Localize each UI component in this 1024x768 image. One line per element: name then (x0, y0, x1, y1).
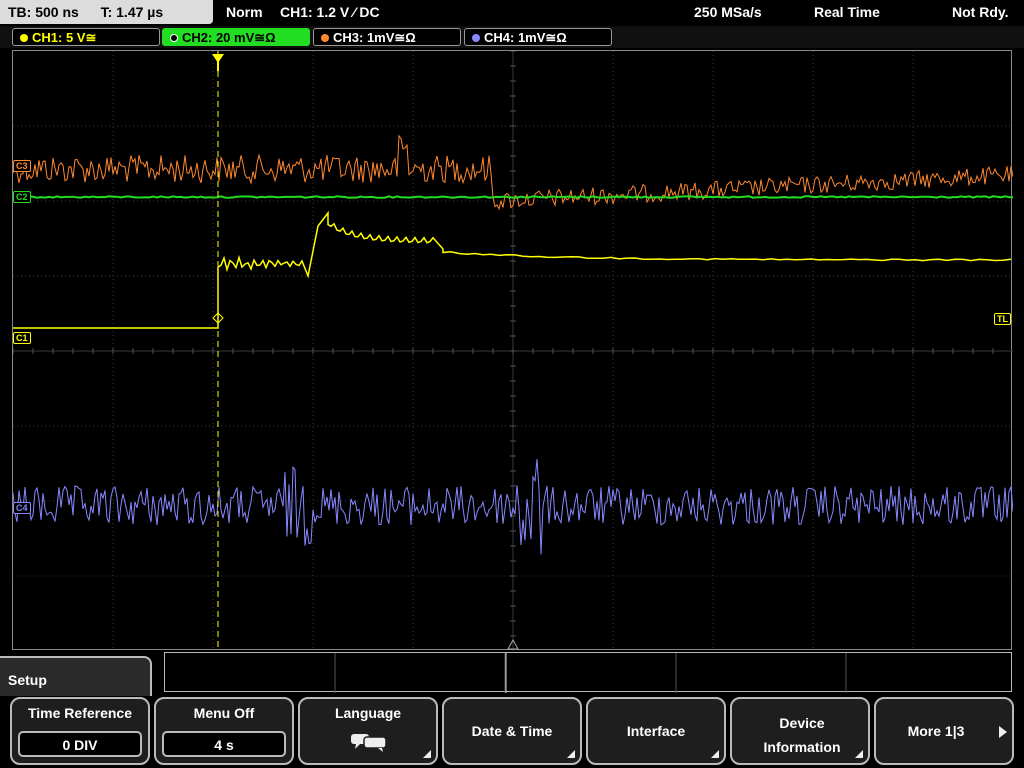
ch2-label: CH2: 20 mV≅Ω (182, 30, 276, 45)
axis-ticks (13, 51, 994, 637)
language-submenu-arrow-icon (423, 750, 431, 758)
time-reference-softkey[interactable]: Time Reference 0 DIV (10, 697, 150, 765)
date-time-softkey[interactable]: Date & Time (442, 697, 582, 765)
ch4-offset-marker[interactable]: C4 (13, 502, 31, 514)
ch2-offset-marker[interactable]: C2 (13, 191, 31, 203)
interface-submenu-arrow-icon (711, 750, 719, 758)
language-softkey[interactable]: Language (298, 697, 438, 765)
menu-off-softkey[interactable]: Menu Off 4 s (154, 697, 294, 765)
tab-ch4[interactable]: CH4: 1mV≅Ω (464, 28, 612, 46)
device-information-softkey[interactable]: Device Information (730, 697, 870, 765)
acquisition-mode: Real Time (814, 4, 880, 20)
ch2-color-dot (170, 34, 178, 42)
time-reference-label: Time Reference (27, 705, 132, 721)
waveform-canvas (13, 51, 1013, 651)
trigger-mode[interactable]: Norm (226, 0, 263, 24)
tab-ch1[interactable]: CH1: 5 V≅ (12, 28, 160, 46)
more-label: More 1|3 (907, 723, 965, 739)
more-softkey[interactable]: More 1|3 (874, 697, 1014, 765)
language-label: Language (334, 705, 402, 721)
time-reference-value: 0 DIV (18, 731, 142, 757)
ch3-color-dot (321, 34, 329, 42)
zoom-overview-grid (334, 653, 847, 693)
device-information-submenu-arrow-icon (855, 750, 863, 758)
menu-title: Setup (0, 656, 152, 696)
date-time-label: Date & Time (471, 723, 553, 739)
ch1-label: CH1: 5 V≅ (32, 30, 97, 45)
menu-off-label: Menu Off (193, 705, 255, 721)
interface-label: Interface (626, 723, 686, 739)
next-page-arrow-icon (999, 726, 1007, 738)
sample-rate: 250 MSa/s (694, 4, 762, 20)
ch1-waveform (13, 210, 1012, 329)
device-information-label: Device Information (763, 715, 841, 755)
waveform-display[interactable]: C3 C2 C1 C4 TL (12, 50, 1013, 651)
date-time-submenu-arrow-icon (567, 750, 575, 758)
ch1-offset-marker[interactable]: C1 (13, 332, 31, 344)
menu-off-value: 4 s (162, 731, 286, 757)
zoom-overview-bar[interactable] (164, 652, 1012, 693)
tab-ch3[interactable]: CH3: 1mV≅Ω (313, 28, 461, 46)
ch4-label: CH4: 1mV≅Ω (484, 30, 567, 45)
timebase-value: TB: 500 ns (8, 4, 79, 20)
status-bar: TB: 500 ns T: 1.47 µs Norm CH1: 1.2 V ⁄ … (0, 0, 1024, 26)
ch4-color-dot (472, 34, 480, 42)
status-indicator: Not Rdy. (952, 4, 1009, 20)
tab-ch2[interactable]: CH2: 20 mV≅Ω (162, 28, 310, 46)
ch3-offset-marker[interactable]: C3 (13, 160, 31, 172)
ch3-label: CH3: 1mV≅Ω (333, 30, 416, 45)
channel-tabs: CH1: 5 V≅ CH2: 20 mV≅Ω CH3: 1mV≅Ω CH4: 1… (0, 26, 1024, 48)
trigger-level-marker[interactable]: TL (994, 313, 1011, 325)
interface-softkey[interactable]: Interface (586, 697, 726, 765)
trigger-setting[interactable]: CH1: 1.2 V ⁄ DC (280, 0, 380, 24)
speech-bubbles-icon (351, 734, 387, 752)
timebase-box[interactable]: TB: 500 ns T: 1.47 µs (0, 0, 213, 24)
trigger-time-value: T: 1.47 µs (100, 4, 164, 20)
ch1-color-dot (20, 34, 28, 42)
